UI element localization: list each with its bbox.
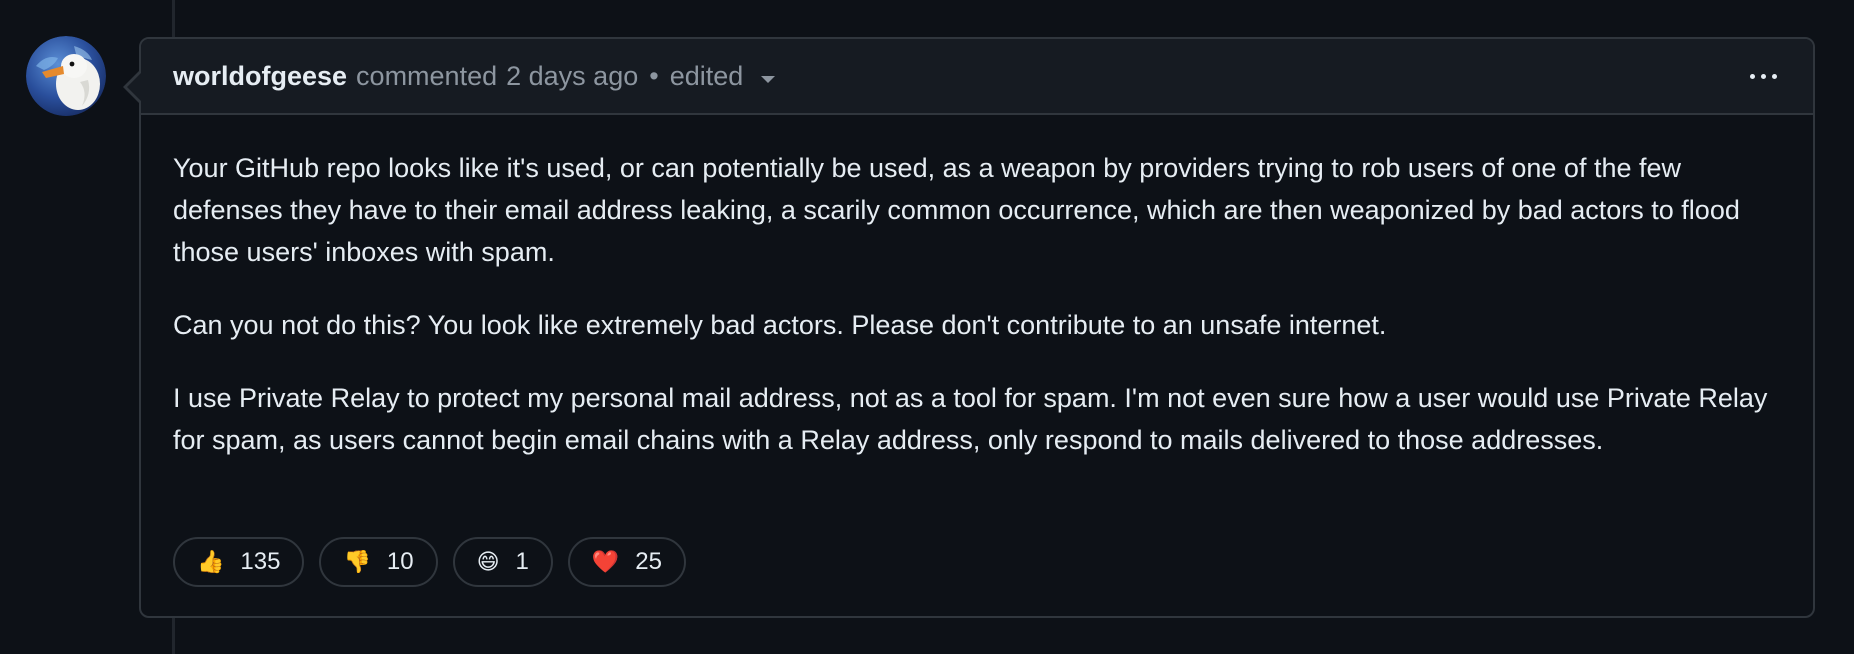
comment-box: worldofgeese commented 2 days ago • edit… [123, 37, 1815, 618]
laugh-icon: 😄 [476, 549, 500, 574]
author-link[interactable]: worldofgeese [173, 61, 347, 92]
reaction-thumbs-up-button[interactable]: 👍 135 [173, 537, 305, 587]
edited-dropdown[interactable]: edited [670, 61, 776, 92]
reaction-heart-button[interactable]: ❤️ 25 [567, 537, 686, 587]
comment-paragraph: I use Private Relay to protect my person… [173, 383, 1768, 455]
goose-avatar-icon [26, 36, 106, 116]
reaction-count: 10 [386, 548, 414, 575]
caret-down-icon [761, 75, 776, 83]
reaction-count: 135 [240, 548, 281, 575]
comment-pointer-fill [127, 73, 141, 101]
avatar[interactable] [26, 36, 106, 116]
edited-label: edited [669, 60, 744, 91]
comment-action: commented [356, 60, 498, 91]
comment-paragraph: Can you not do this? You look like extre… [173, 310, 1387, 340]
separator-dot: • [649, 60, 659, 91]
reaction-count: 25 [635, 548, 662, 575]
kebab-dot [1761, 73, 1766, 79]
reaction-count: 1 [515, 548, 529, 575]
kebab-dot [1750, 73, 1755, 79]
reactions-bar: 👍 135 👎 10 😄 1 ❤️ 25 [173, 537, 686, 587]
kebab-dot [1772, 73, 1777, 79]
heart-icon: ❤️ [591, 549, 620, 574]
reaction-thumbs-down-button[interactable]: 👎 10 [319, 537, 438, 587]
comment-header: worldofgeese commented 2 days ago • edit… [141, 39, 1813, 115]
comment-paragraph: Your GitHub repo looks like it's used, o… [173, 153, 1740, 267]
comment-timestamp[interactable]: 2 days ago [506, 61, 638, 92]
thumbs-down-icon: 👎 [343, 549, 371, 574]
comment-body: Your GitHub repo looks like it's used, o… [141, 115, 1813, 461]
thumbs-up-icon: 👍 [197, 549, 225, 574]
more-options-button[interactable] [1746, 66, 1781, 87]
reaction-laugh-button[interactable]: 😄 1 [452, 537, 553, 587]
